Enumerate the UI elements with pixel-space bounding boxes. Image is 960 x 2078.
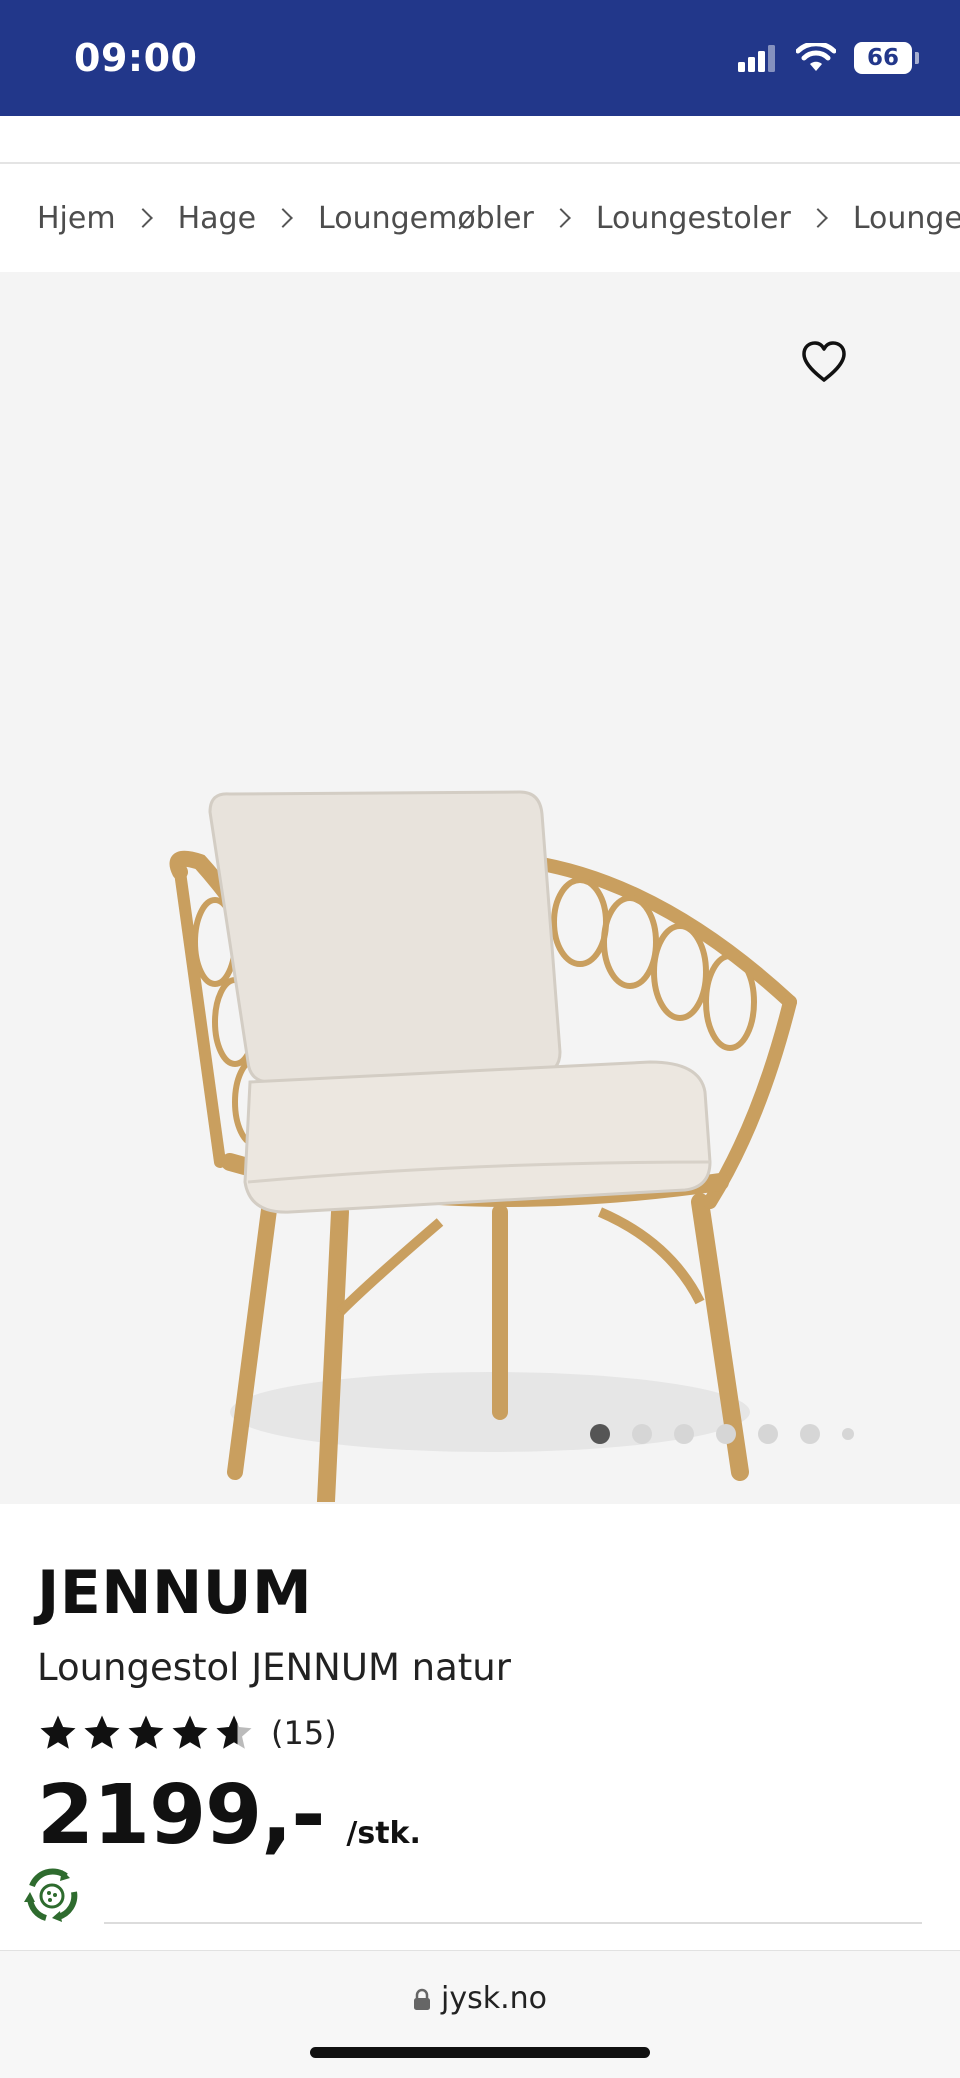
site-header-strip — [0, 116, 960, 164]
product-brand: JENNUM — [37, 1558, 313, 1628]
pagination-dot[interactable] — [716, 1424, 736, 1444]
chevron-right-icon — [273, 208, 293, 228]
lock-icon — [414, 1988, 430, 2010]
star-icon — [172, 1715, 208, 1749]
breadcrumb: Hjem Hage Loungemøbler Loungestoler Loun… — [0, 164, 960, 272]
breadcrumb-item-loungestoler[interactable]: Loungestoler — [596, 201, 791, 236]
battery-icon: 66 — [854, 42, 919, 74]
price-unit: /stk. — [346, 1816, 421, 1851]
battery-level: 66 — [866, 45, 899, 71]
breadcrumb-item-current[interactable]: Loungestol — [853, 201, 960, 236]
signal-icon — [738, 45, 775, 72]
pagination-dot[interactable] — [632, 1424, 652, 1444]
breadcrumb-item-hjem[interactable]: Hjem — [37, 201, 116, 236]
breadcrumb-item-loungemobler[interactable]: Loungemøbler — [318, 201, 534, 236]
address-bar[interactable]: jysk.no — [0, 1981, 960, 2016]
product-price: 2199,- /stk. — [37, 1768, 421, 1863]
url-text[interactable]: jysk.no — [441, 1981, 547, 2016]
pagination-dot[interactable] — [842, 1428, 854, 1440]
product-name: Loungestol JENNUM natur — [37, 1646, 511, 1689]
heart-icon[interactable] — [800, 340, 848, 384]
chevron-right-icon — [132, 208, 153, 228]
chevron-right-icon — [550, 208, 571, 228]
pagination-dot[interactable] — [590, 1424, 610, 1444]
chevron-right-icon — [807, 208, 828, 228]
pagination-dot[interactable] — [758, 1424, 778, 1444]
breadcrumb-item-hage[interactable]: Hage — [178, 201, 256, 236]
pagination-dot[interactable] — [674, 1424, 694, 1444]
star-half-icon — [216, 1715, 252, 1749]
star-icon — [128, 1715, 164, 1749]
product-gallery[interactable] — [0, 272, 960, 1504]
wifi-icon — [796, 43, 836, 71]
pagination-dot[interactable] — [800, 1424, 820, 1444]
gallery-pagination — [590, 1424, 854, 1444]
star-icon — [40, 1715, 76, 1749]
browser-bar: jysk.no — [0, 1950, 960, 2078]
status-bar: 09:00 66 — [0, 0, 960, 116]
status-icons: 66 — [738, 42, 919, 74]
recycle-icon[interactable] — [18, 1862, 86, 1930]
product-rating[interactable]: (15) — [37, 1712, 337, 1754]
star-icon — [84, 1715, 120, 1749]
status-time: 09:00 — [74, 36, 198, 80]
product-image[interactable] — [140, 522, 840, 1502]
review-count[interactable]: (15) — [271, 1714, 337, 1752]
divider — [104, 1922, 922, 1924]
price-value: 2199,- — [37, 1768, 325, 1863]
home-indicator[interactable] — [310, 2047, 650, 2058]
